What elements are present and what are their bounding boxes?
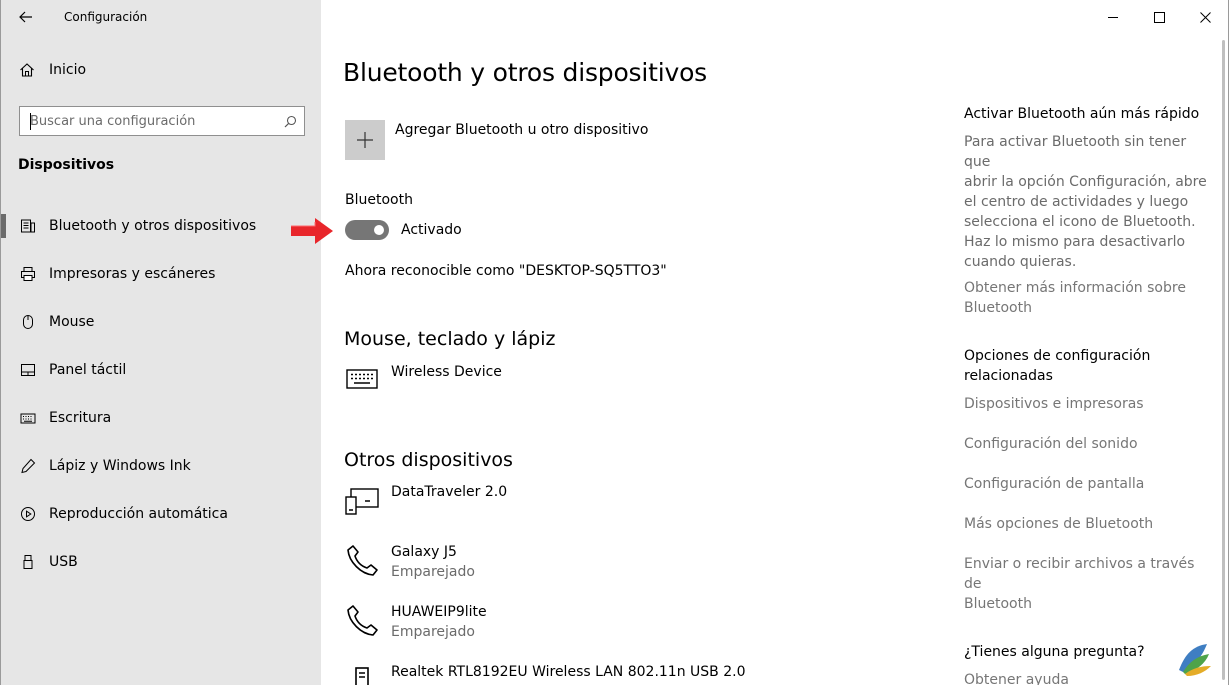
device-huawei-p9lite[interactable]: HUAWEIP9lite Emparejado <box>345 602 487 642</box>
quick-tip-line: Haz lo mismo para desactivarlo <box>964 234 1186 250</box>
sidebar-item-label: Lápiz y Windows Ink <box>49 458 191 474</box>
maximize-button[interactable] <box>1136 0 1182 34</box>
quick-tip-line: Para activar Bluetooth sin tener que <box>964 134 1187 170</box>
network-adapter-icon <box>345 662 379 685</box>
mouse-section-title: Mouse, teclado y lápiz <box>344 328 556 350</box>
sidebar-item-mouse[interactable]: Mouse <box>1 298 321 346</box>
quick-tip-line: el centro de actividades y luego <box>964 194 1189 210</box>
minimize-icon <box>1107 16 1118 18</box>
device-galaxy-j5[interactable]: Galaxy J5 Emparejado <box>345 542 475 582</box>
device-name: Wireless Device <box>391 364 502 380</box>
other-section-title: Otros dispositivos <box>344 449 513 471</box>
quick-tip-panel: Activar Bluetooth aún más rápido Para ac… <box>964 104 1214 318</box>
home-label: Inicio <box>49 62 87 78</box>
close-button[interactable] <box>1182 0 1228 34</box>
sound-settings-link[interactable]: Configuración del sonido <box>964 434 1214 454</box>
home-icon <box>20 63 34 77</box>
more-info-line: Obtener más información sobre <box>964 280 1186 296</box>
keyboard-icon <box>345 362 379 396</box>
quick-tip-line: abrir la opción Configuración, abre <box>964 174 1207 190</box>
quick-tip-line: cuando quieras. <box>964 254 1077 270</box>
sidebar-item-bluetooth[interactable]: Bluetooth y otros dispositivos <box>1 202 321 250</box>
sidebar-item-autoplay[interactable]: Reproducción automática <box>1 490 321 538</box>
search-input[interactable] <box>20 113 276 129</box>
bluetooth-toggle[interactable] <box>345 220 389 240</box>
send-receive-line: Bluetooth <box>964 596 1032 612</box>
search-icon[interactable] <box>276 107 304 135</box>
send-receive-line: Enviar o recibir archivos a través de <box>964 556 1195 592</box>
minimize-button[interactable] <box>1090 0 1136 34</box>
maximize-icon <box>1153 11 1165 23</box>
device-name: Galaxy J5 <box>391 544 457 560</box>
devices-printers-link[interactable]: Dispositivos e impresoras <box>964 394 1214 414</box>
sidebar-item-printers[interactable]: Impresoras y escáneres <box>1 250 321 298</box>
discoverable-text: Ahora reconocible como "DESKTOP-SQ5TTO3" <box>345 263 667 279</box>
add-device-label[interactable]: Agregar Bluetooth u otro dispositivo <box>395 122 648 138</box>
quick-tip-line: selecciona el icono de Bluetooth. <box>964 214 1196 230</box>
sidebar-nav: Bluetooth y otros dispositivos Impresora… <box>1 202 321 586</box>
sidebar-item-touchpad[interactable]: Panel táctil <box>1 346 321 394</box>
touchpad-icon <box>19 361 37 379</box>
device-name: DataTraveler 2.0 <box>391 484 508 500</box>
usb-icon <box>19 553 37 571</box>
app-title: Configuración <box>64 10 148 24</box>
device-name: Realtek RTL8192EU Wireless LAN 802.11n U… <box>391 664 746 680</box>
back-button[interactable] <box>15 6 37 28</box>
device-status: Emparejado <box>391 624 475 640</box>
section-title: Dispositivos <box>18 157 115 173</box>
bluetooth-label: Bluetooth <box>345 192 413 208</box>
add-device-button[interactable] <box>345 120 385 160</box>
sidebar-item-label: Panel táctil <box>49 362 127 378</box>
sidebar-item-usb[interactable]: USB <box>1 538 321 586</box>
display-settings-link[interactable]: Configuración de pantalla <box>964 474 1214 494</box>
related-title-line: relacionadas <box>964 368 1053 384</box>
sidebar-item-label: Mouse <box>49 314 95 330</box>
home-link[interactable]: Inicio <box>19 62 86 78</box>
sidebar-item-pen[interactable]: Lápiz y Windows Ink <box>1 442 321 490</box>
autoplay-icon <box>19 505 37 523</box>
sidebar-item-label: Escritura <box>49 410 112 426</box>
sidebar-item-label: USB <box>49 554 78 570</box>
device-datatraveler[interactable]: DataTraveler 2.0 <box>345 482 507 516</box>
back-arrow-icon <box>19 11 32 23</box>
related-settings-panel: Opciones de configuración relacionadas D… <box>964 346 1214 614</box>
toggle-state-label: Activado <box>401 222 462 238</box>
page-title: Bluetooth y otros dispositivos <box>343 58 707 87</box>
sidebar: Configuración Inicio Dispositivos Blueto… <box>0 0 321 685</box>
sidebar-item-typing[interactable]: Escritura <box>1 394 321 442</box>
device-wireless-device[interactable]: Wireless Device <box>345 362 502 396</box>
text-caret <box>30 113 31 130</box>
drive-icon <box>345 482 379 516</box>
pen-icon <box>19 457 37 475</box>
close-icon <box>1199 11 1211 23</box>
sidebar-item-label: Reproducción automática <box>49 506 228 522</box>
sidebar-item-label: Bluetooth y otros dispositivos <box>49 218 257 234</box>
bluetooth-devices-icon <box>19 217 37 235</box>
related-title-line: Opciones de configuración <box>964 348 1151 364</box>
more-bluetooth-options-link[interactable]: Más opciones de Bluetooth <box>964 514 1214 534</box>
keyboard-icon <box>19 409 37 427</box>
red-arrow-icon <box>291 218 333 244</box>
scrollbar-thumb[interactable] <box>1222 40 1225 680</box>
toggle-knob <box>374 225 384 235</box>
more-info-link[interactable]: Obtener más información sobre Bluetooth <box>964 278 1214 318</box>
quick-tip-title: Activar Bluetooth aún más rápido <box>964 106 1200 122</box>
device-realtek[interactable]: Realtek RTL8192EU Wireless LAN 802.11n U… <box>345 662 745 685</box>
phone-icon <box>345 542 379 576</box>
more-info-line: Bluetooth <box>964 300 1032 316</box>
device-status: Emparejado <box>391 564 475 580</box>
search-box[interactable] <box>19 106 305 136</box>
phone-icon <box>345 602 379 636</box>
sidebar-item-label: Impresoras y escáneres <box>49 266 216 282</box>
mouse-icon <box>19 313 37 331</box>
site-logo-icon <box>1173 638 1213 678</box>
plus-icon <box>357 132 373 148</box>
printer-icon <box>19 265 37 283</box>
send-receive-files-link[interactable]: Enviar o recibir archivos a través de Bl… <box>964 554 1214 614</box>
device-name: HUAWEIP9lite <box>391 604 487 620</box>
